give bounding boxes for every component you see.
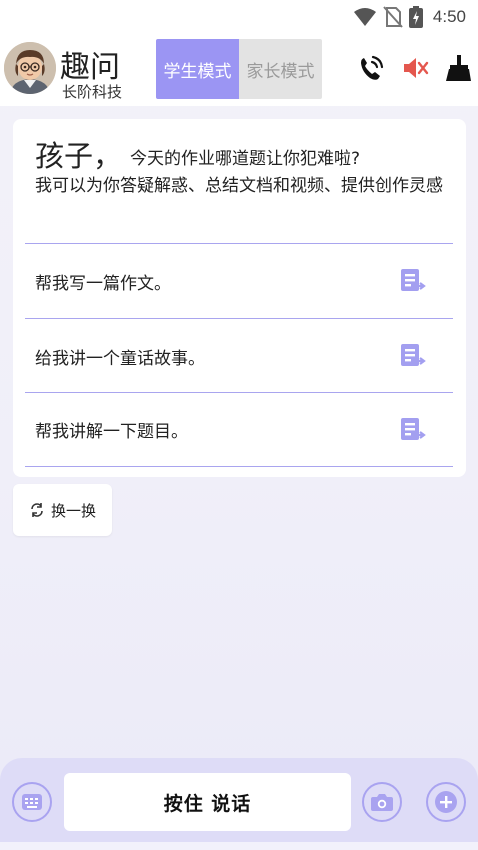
suggestion-item[interactable]: 给我讲一个童话故事。 — [25, 318, 453, 393]
document-send-icon — [401, 269, 426, 291]
intro-text: 我可以为你答疑解惑、总结文档和视频、提供创作灵感 — [35, 176, 443, 196]
refresh-label: 换一换 — [50, 501, 96, 520]
document-send-icon — [401, 418, 426, 440]
status-time: 4:50 — [432, 7, 466, 26]
parent-mode-tab[interactable]: 家长模式 — [239, 39, 322, 99]
suggestion-text: 帮我讲解一下题目。 — [35, 422, 188, 442]
student-mode-tab[interactable]: 学生模式 — [156, 39, 239, 99]
status-bar: 4:50 — [0, 0, 478, 34]
avatar[interactable] — [4, 42, 56, 94]
suggestion-text: 给我讲一个童话故事。 — [35, 348, 205, 369]
refresh-button[interactable]: 换一换 — [13, 484, 112, 536]
broom-icon[interactable] — [444, 54, 472, 82]
keyboard-icon — [22, 794, 42, 810]
app-header: 趣问 长阶科技 学生模式 家长模式 — [0, 34, 478, 106]
battery-charging-icon — [408, 6, 423, 28]
keyboard-button[interactable] — [12, 782, 52, 822]
phone-ring-icon[interactable] — [357, 54, 385, 82]
document-send-icon — [401, 344, 426, 366]
home-indicator-area — [0, 842, 478, 850]
company-name: 长阶科技 — [62, 83, 123, 101]
no-sim-icon — [383, 6, 403, 28]
suggestion-item[interactable]: 帮我讲解一下题目。 — [25, 392, 453, 467]
suggestion-item[interactable]: 帮我写一篇作文。 — [25, 243, 453, 318]
app-name: 趣问 — [60, 50, 120, 85]
mute-icon[interactable] — [401, 54, 429, 82]
welcome-card: 孩子， 今天的作业哪道题让你犯难啦? 我可以为你答疑解惑、总结文档和视频、提供创… — [13, 119, 466, 477]
camera-icon — [371, 794, 393, 811]
camera-button[interactable] — [362, 782, 402, 822]
greeting: 孩子， — [35, 139, 123, 173]
greeting-question: 今天的作业哪道题让你犯难啦? — [130, 149, 361, 169]
wifi-icon — [353, 8, 376, 26]
status-icons: 4:50 — [353, 5, 466, 29]
mode-switch: 学生模式 家长模式 — [156, 39, 322, 99]
avatar-image — [4, 42, 56, 94]
hold-to-talk-button[interactable]: 按住 说话 — [64, 773, 351, 831]
refresh-icon — [31, 503, 43, 517]
plus-icon — [435, 791, 457, 813]
suggestion-text: 帮我写一篇作文。 — [35, 273, 171, 294]
bottom-input-bar: 按住 说话 — [0, 758, 478, 850]
add-button[interactable] — [426, 782, 466, 822]
